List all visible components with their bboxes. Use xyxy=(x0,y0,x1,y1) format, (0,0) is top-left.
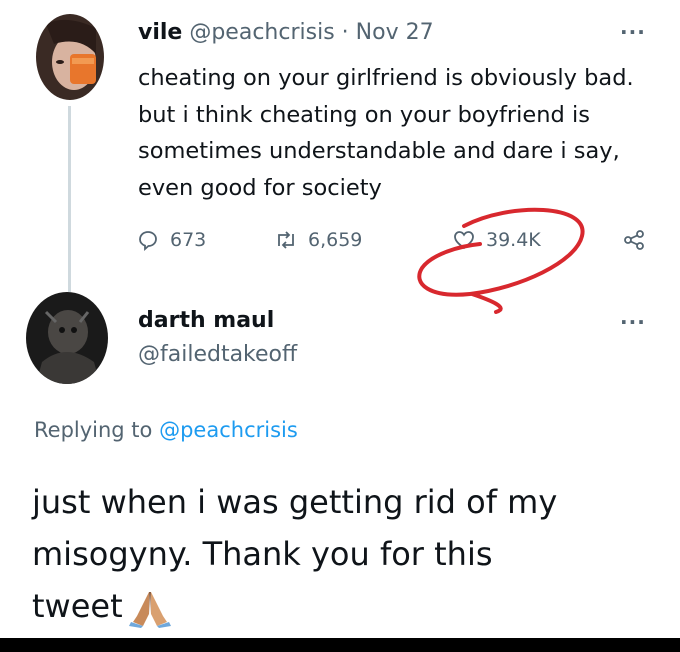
reply-more-options-icon[interactable]: ··· xyxy=(620,310,646,334)
reply-button[interactable]: 673 xyxy=(136,228,206,252)
red-circle-annotation xyxy=(417,207,585,314)
reply-text-line: misogyny. Thank you for this xyxy=(32,535,493,573)
reply-avatar[interactable] xyxy=(26,292,108,384)
header-separator: · xyxy=(341,20,349,45)
avatar-photo xyxy=(36,14,104,100)
reply-count: 673 xyxy=(170,229,207,251)
reply-text: just when i was getting rid of my misogy… xyxy=(32,476,652,632)
tweet-date[interactable]: Nov 27 xyxy=(356,20,434,45)
retweet-count: 6,659 xyxy=(308,229,363,251)
bottom-border xyxy=(0,638,680,652)
reply-text-line: tweet xyxy=(32,587,123,625)
retweet-icon xyxy=(278,231,294,249)
avatar[interactable] xyxy=(36,14,104,100)
replying-to: Replying to @peachcrisis xyxy=(34,418,298,442)
tweet-text: cheating on your girlfriend is obviously… xyxy=(138,60,658,206)
tweet-text-line: but i think cheating on your boyfriend i… xyxy=(138,101,590,128)
reply-author-name[interactable]: darth maul xyxy=(138,308,274,333)
replying-prefix: Replying to xyxy=(34,418,153,442)
tweet-text-line: sometimes understandable and dare i say, xyxy=(138,138,620,164)
tweet-header: vile @peachcrisis · Nov 27 xyxy=(138,20,434,45)
tweet-text-line: cheating on your girlfriend is obviously… xyxy=(138,65,634,91)
share-icon xyxy=(624,230,644,250)
reply-avatar-photo xyxy=(26,292,108,384)
folded-hands-emoji-icon xyxy=(128,592,171,628)
thread-line xyxy=(68,106,71,292)
author-handle[interactable]: @peachcrisis xyxy=(189,20,334,45)
author-name[interactable]: vile xyxy=(138,20,182,45)
tweet-screenshot: vile @peachcrisis · Nov 27 ··· cheating … xyxy=(0,0,680,652)
retweet-button[interactable]: 6,659 xyxy=(274,228,362,252)
replying-mention-link[interactable]: @peachcrisis xyxy=(159,418,298,442)
more-options-icon[interactable]: ··· xyxy=(620,20,646,44)
reply-icon xyxy=(139,231,157,251)
reply-text-last-line: tweet xyxy=(32,580,652,632)
share-button[interactable] xyxy=(622,228,646,252)
reply-author-handle[interactable]: @failedtakeoff xyxy=(138,342,297,367)
reply-text-line: just when i was getting rid of my xyxy=(32,483,558,521)
reply-header: darth maul xyxy=(138,308,274,333)
